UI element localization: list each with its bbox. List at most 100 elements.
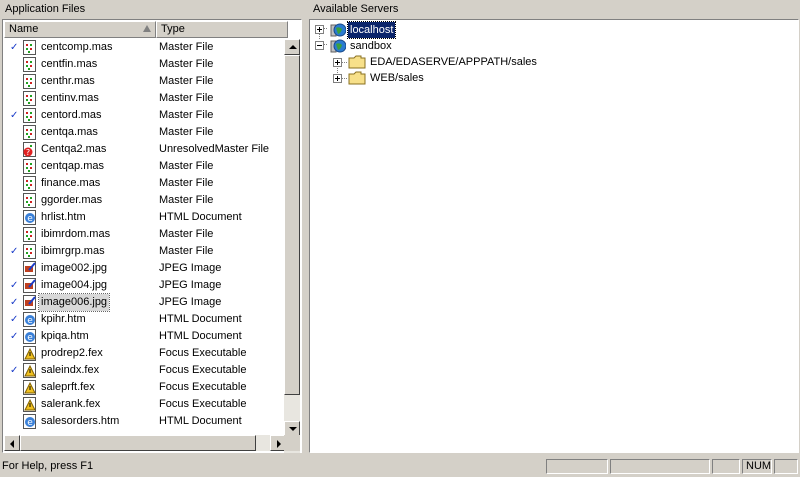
expand-icon[interactable] bbox=[333, 58, 342, 67]
horizontal-scroll-thumb[interactable] bbox=[20, 435, 256, 451]
file-name: centinv.mas bbox=[41, 92, 99, 104]
file-name: centord.mas bbox=[41, 109, 102, 121]
file-row[interactable]: ✓ saleindx.fex Focus Executable bbox=[4, 362, 288, 379]
status-panel-1 bbox=[546, 459, 608, 474]
scroll-left-button[interactable] bbox=[4, 435, 20, 451]
file-row[interactable]: e hrlist.htm HTML Document bbox=[4, 209, 288, 226]
file-type: Focus Executable bbox=[159, 347, 247, 359]
file-row[interactable]: ✓ image006.jpg JPEG Image bbox=[4, 293, 288, 312]
file-name: image004.jpg bbox=[41, 279, 108, 291]
file-row[interactable]: ibimrdom.mas Master File bbox=[4, 226, 288, 243]
file-row[interactable]: centinv.mas Master File bbox=[4, 90, 288, 107]
file-row[interactable]: ggorder.mas Master File bbox=[4, 192, 288, 209]
file-type: Master File bbox=[159, 228, 214, 240]
folder-icon bbox=[348, 71, 366, 85]
file-name: centqa.mas bbox=[41, 126, 98, 138]
file-row[interactable]: centfin.mas Master File bbox=[4, 56, 288, 73]
file-type: HTML Document bbox=[159, 330, 242, 342]
file-name: hrlist.htm bbox=[41, 211, 86, 223]
svg-text:e: e bbox=[27, 418, 33, 428]
expand-icon[interactable] bbox=[333, 74, 342, 83]
file-name: centcomp.mas bbox=[41, 41, 113, 53]
available-servers-tree[interactable]: localhost sandbox EDA/EDASERVE/APPPATH/s… bbox=[309, 19, 799, 453]
unresolved-master-icon: ? bbox=[23, 142, 37, 157]
vertical-scrollbar[interactable] bbox=[284, 39, 300, 453]
focus-executable-icon bbox=[23, 346, 37, 361]
file-type: JPEG Image bbox=[159, 279, 222, 291]
file-name: centqap.mas bbox=[41, 160, 104, 172]
file-name: ggorder.mas bbox=[41, 194, 103, 206]
file-name: ibimrgrp.mas bbox=[41, 245, 105, 257]
master-file-icon bbox=[23, 57, 37, 72]
file-row[interactable]: e salesorders.htm HTML Document bbox=[4, 413, 288, 430]
column-header-name[interactable]: Name bbox=[4, 21, 156, 38]
folder-icon bbox=[348, 55, 366, 69]
scroll-up-button[interactable] bbox=[284, 39, 300, 55]
focus-executable-icon bbox=[23, 397, 37, 412]
file-row[interactable]: ✓ ibimrgrp.mas Master File bbox=[4, 243, 288, 260]
file-row[interactable]: finance.mas Master File bbox=[4, 175, 288, 192]
file-type: Master File bbox=[159, 109, 214, 121]
file-type: Master File bbox=[159, 160, 214, 172]
file-name: centhr.mas bbox=[41, 75, 95, 87]
file-type: Master File bbox=[159, 75, 214, 87]
application-files-title: Application Files bbox=[5, 3, 86, 15]
file-row[interactable]: ✓ e kpihr.htm HTML Document bbox=[4, 311, 288, 328]
status-help-text: For Help, press F1 bbox=[2, 460, 94, 472]
file-row[interactable]: ✓ centcomp.mas Master File bbox=[4, 39, 288, 56]
status-bar: For Help, press F1 NUM bbox=[0, 455, 800, 477]
file-type: Master File bbox=[159, 41, 214, 53]
arrow-down-icon bbox=[289, 427, 297, 431]
checkmark-icon: ✓ bbox=[10, 365, 19, 376]
file-name: Centqa2.mas bbox=[41, 143, 107, 155]
html-document-icon: e bbox=[23, 329, 37, 344]
tree-label-sandbox: sandbox bbox=[350, 40, 392, 52]
file-type: Focus Executable bbox=[159, 364, 247, 376]
column-header-type[interactable]: Type bbox=[156, 21, 288, 38]
file-name: image006.jpg bbox=[37, 293, 111, 312]
file-name: kpihr.htm bbox=[41, 313, 86, 325]
file-type: HTML Document bbox=[159, 313, 242, 325]
file-type: HTML Document bbox=[159, 211, 242, 223]
vertical-scroll-thumb[interactable] bbox=[284, 55, 300, 395]
arrow-left-icon bbox=[10, 440, 14, 448]
file-row[interactable]: salerank.fex Focus Executable bbox=[4, 396, 288, 413]
file-row[interactable]: centhr.mas Master File bbox=[4, 73, 288, 90]
file-row[interactable]: ✓ image004.jpg JPEG Image bbox=[4, 277, 288, 294]
file-name: finance.mas bbox=[41, 177, 101, 189]
file-row[interactable]: ✓ centord.mas Master File bbox=[4, 107, 288, 124]
status-panel-5 bbox=[774, 459, 798, 474]
file-row[interactable]: prodrep2.fex Focus Executable bbox=[4, 345, 288, 362]
file-name: centfin.mas bbox=[41, 58, 98, 70]
file-name: prodrep2.fex bbox=[41, 347, 103, 359]
application-files-list[interactable]: Name Type ✓ centcomp.mas Master File centfi… bbox=[2, 19, 302, 453]
horizontal-scrollbar[interactable] bbox=[4, 435, 286, 451]
file-type: Focus Executable bbox=[159, 398, 247, 410]
file-row[interactable]: saleprft.fex Focus Executable bbox=[4, 379, 288, 396]
html-document-icon: e bbox=[23, 210, 37, 225]
master-file-icon bbox=[23, 227, 37, 242]
status-num-indicator: NUM bbox=[742, 459, 772, 474]
file-name: ibimrdom.mas bbox=[41, 228, 111, 240]
master-file-icon bbox=[23, 91, 37, 106]
file-row[interactable]: centqa.mas Master File bbox=[4, 124, 288, 141]
file-row[interactable]: centqap.mas Master File bbox=[4, 158, 288, 175]
file-row[interactable]: ? Centqa2.mas UnresolvedMaster File bbox=[4, 141, 288, 158]
file-type: Master File bbox=[159, 58, 214, 70]
svg-text:e: e bbox=[27, 316, 33, 326]
tree-label-localhost: localhost bbox=[346, 21, 397, 39]
file-type: JPEG Image bbox=[159, 296, 222, 308]
jpeg-image-icon bbox=[23, 278, 37, 293]
master-file-icon bbox=[23, 159, 37, 174]
expand-icon[interactable] bbox=[315, 25, 324, 34]
file-rows: ✓ centcomp.mas Master File centfin.mas Maste… bbox=[4, 39, 288, 437]
collapse-icon[interactable] bbox=[315, 41, 324, 50]
file-name: saleindx.fex bbox=[41, 364, 100, 376]
master-file-icon bbox=[23, 176, 37, 191]
master-file-icon bbox=[23, 244, 37, 259]
file-row[interactable]: ✓ e kpiqa.htm HTML Document bbox=[4, 328, 288, 345]
file-type: Master File bbox=[159, 245, 214, 257]
jpeg-image-icon bbox=[23, 295, 37, 310]
file-row[interactable]: image002.jpg JPEG Image bbox=[4, 260, 288, 277]
file-name: kpiqa.htm bbox=[41, 330, 89, 342]
